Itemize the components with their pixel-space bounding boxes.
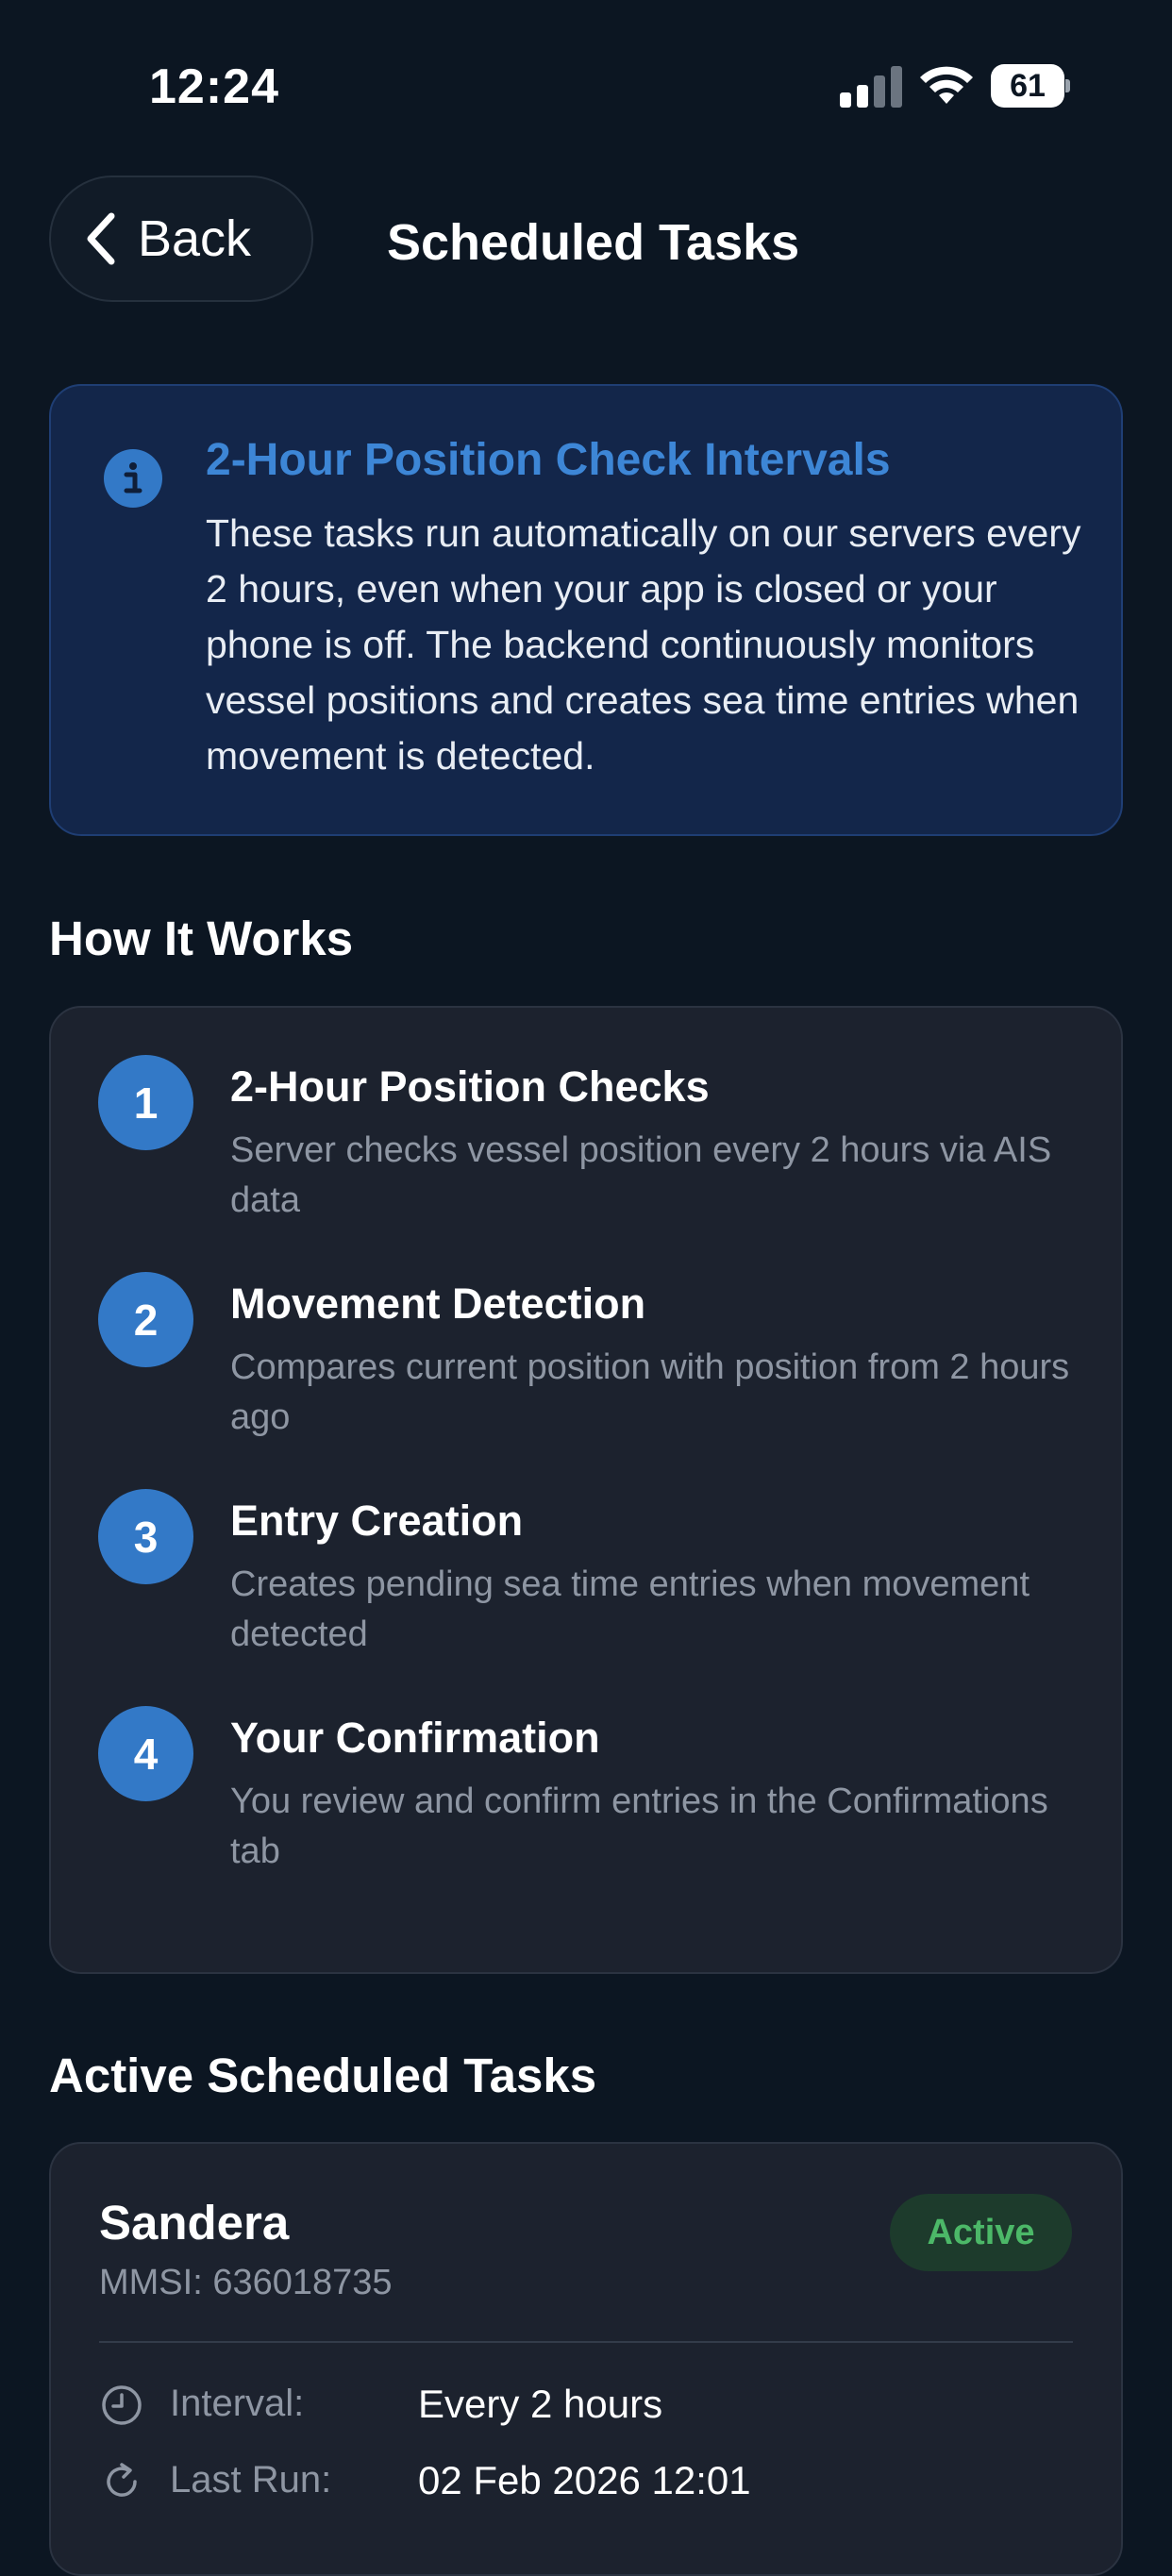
step-title-2: Movement Detection [230,1280,646,1328]
back-button-label: Back [138,210,252,267]
last-run-label: Last Run: [170,2459,332,2501]
chevron-left-icon [87,212,115,265]
battery-level: 61 [991,64,1064,108]
last-run-value: 02 Feb 2026 12:01 [418,2458,751,2502]
page-title: Scheduled Tasks [387,214,800,271]
info-icon [104,449,162,508]
back-button[interactable]: Back [49,176,313,302]
step-title-3: Entry Creation [230,1497,524,1545]
step-title-1: 2-Hour Position Checks [230,1062,710,1111]
clock-icon [102,2385,142,2425]
step-title-4: Your Confirmation [230,1714,600,1762]
status-time: 12:24 [149,59,279,114]
task-divider [99,2341,1073,2343]
info-title: 2-Hour Position Check Intervals [206,435,891,485]
refresh-icon [107,2463,137,2497]
step-number-2: 2 [98,1272,193,1367]
cellular-signal-icon [840,66,902,108]
step-number-4: 4 [98,1706,193,1801]
status-badge: Active [890,2194,1072,2271]
interval-label: Interval: [170,2383,305,2424]
battery-icon: 61 [991,64,1070,108]
step-number-1: 1 [98,1055,193,1150]
step-number-3: 3 [98,1489,193,1584]
step-desc-3: Creates pending sea time entries when mo… [230,1564,1030,1654]
step-desc-4: You review and confirm entries in the Co… [230,1781,1048,1871]
vessel-mmsi: MMSI: 636018735 [99,2263,393,2302]
step-desc-1: Server checks vessel position every 2 ho… [230,1130,1052,1220]
interval-value: Every 2 hours [418,2382,663,2426]
info-body: These tasks run automatically on our ser… [206,511,1081,778]
vessel-name: Sandera [99,2196,290,2250]
how-it-works-heading: How It Works [49,912,354,965]
active-tasks-heading: Active Scheduled Tasks [49,2049,597,2102]
wifi-icon [920,66,973,104]
step-desc-2: Compares current position with position … [230,1347,1070,1437]
